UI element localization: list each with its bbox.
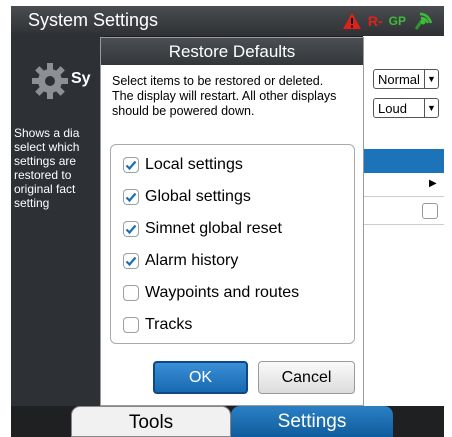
item-label: Tracks: [145, 316, 193, 333]
divider: [363, 224, 444, 225]
check-icon: [125, 256, 137, 267]
checkbox[interactable]: [123, 285, 139, 301]
select-value: Normal: [378, 72, 420, 87]
select-value: Loud: [378, 101, 407, 116]
radar-status[interactable]: R-: [368, 13, 383, 29]
gear-icon: [32, 63, 68, 99]
item-label: Simnet global reset: [145, 220, 282, 237]
alarm-icon[interactable]: [342, 12, 362, 30]
tab-settings[interactable]: Settings: [231, 406, 393, 437]
chevron-right-icon[interactable]: ▶: [429, 178, 437, 189]
app-frame: System Settings R- GP Sy Shows a dia sel…: [11, 6, 444, 437]
checkbox[interactable]: [123, 157, 139, 173]
title-bar: System Settings R- GP: [11, 6, 444, 36]
chevron-down-icon: ▼: [424, 99, 438, 117]
check-icon: [125, 224, 137, 235]
restore-items-list: Local settings Global settings Simnet gl…: [110, 144, 355, 344]
restore-defaults-dialog: Restore Defaults Select items to be rest…: [100, 37, 364, 406]
checkbox[interactable]: [123, 317, 139, 333]
list-item-waypoints-and-routes[interactable]: Waypoints and routes: [123, 282, 299, 304]
check-icon: [125, 160, 137, 171]
checkbox[interactable]: [123, 189, 139, 205]
checkbox[interactable]: [123, 221, 139, 237]
window-title: System Settings: [28, 10, 159, 30]
selected-row-highlight[interactable]: [363, 149, 444, 173]
list-item-local-settings[interactable]: Local settings: [123, 154, 243, 176]
list-item-alarm-history[interactable]: Alarm history: [123, 250, 238, 272]
select-loud[interactable]: Loud ▼: [373, 98, 439, 118]
list-item-global-settings[interactable]: Global settings: [123, 186, 251, 208]
item-label: Global settings: [145, 188, 251, 205]
settings-values-panel: Normal ▼ Loud ▼ ▶: [363, 36, 444, 406]
settings-heading: Sy: [71, 70, 91, 87]
status-bar: R- GP: [342, 10, 434, 32]
tab-tools[interactable]: Tools: [71, 406, 231, 437]
list-item-simnet-global-reset[interactable]: Simnet global reset: [123, 218, 282, 240]
dialog-title: Restore Defaults: [101, 38, 363, 65]
cancel-button[interactable]: Cancel: [258, 361, 355, 394]
ok-button[interactable]: OK: [153, 361, 248, 394]
dialog-message: Select items to be restored or deleted. …: [112, 74, 337, 118]
settings-description: Shows a dia select which settings are re…: [14, 126, 80, 210]
divider: [363, 196, 444, 197]
settings-sidebar: Sy Shows a dia select which settings are…: [11, 36, 103, 406]
check-icon: [125, 192, 137, 203]
gps-status[interactable]: GP: [389, 14, 406, 28]
item-label: Alarm history: [145, 252, 239, 269]
list-item-tracks[interactable]: Tracks: [123, 314, 192, 336]
chevron-down-icon: ▼: [424, 70, 438, 88]
select-normal[interactable]: Normal ▼: [373, 69, 439, 89]
bottom-tab-bar: Tools Settings: [11, 406, 444, 437]
item-label: Local settings: [145, 156, 243, 173]
checkbox[interactable]: [123, 253, 139, 269]
setting-checkbox[interactable]: [422, 203, 438, 219]
signal-icon[interactable]: [412, 11, 434, 31]
item-label: Waypoints and routes: [145, 284, 300, 301]
